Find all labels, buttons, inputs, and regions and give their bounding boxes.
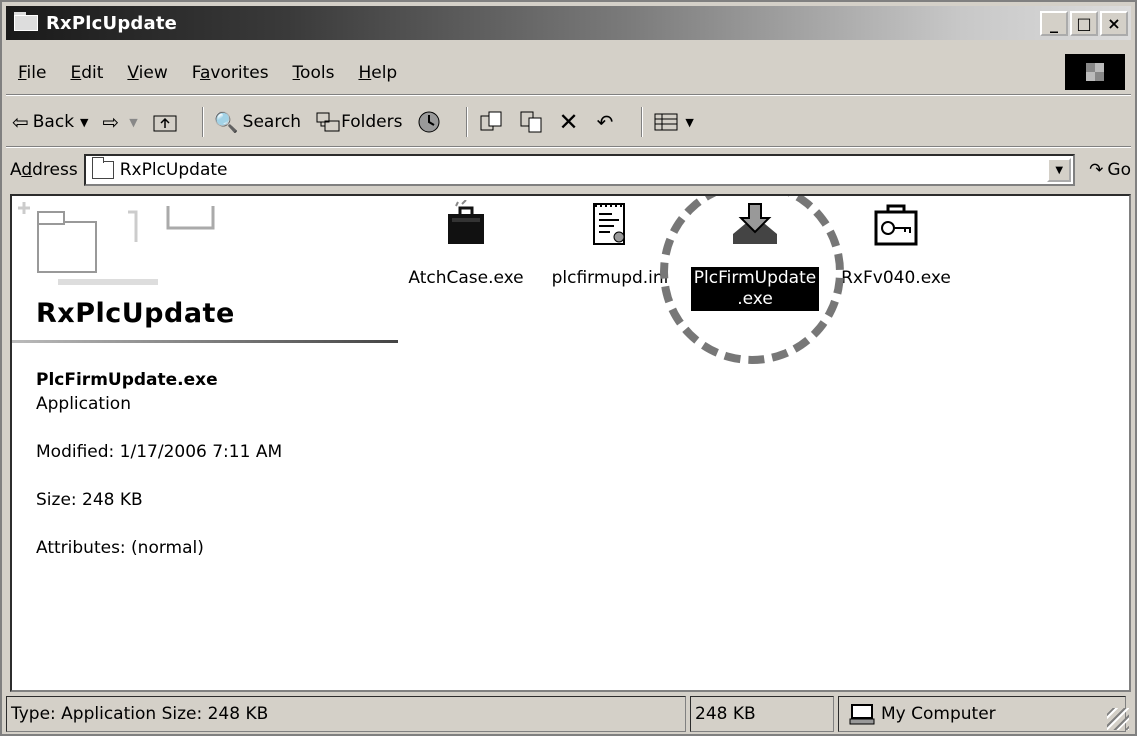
file-size: Size: 248 KB <box>36 490 143 510</box>
banner-underline <box>12 340 398 343</box>
file-item-plcfirmupd-ini[interactable]: plcfirmupd.ini <box>540 200 680 290</box>
folder-banner: RxPlcUpdate <box>12 196 398 343</box>
toolbar: ⇦ Back ▼ ⇨ ▼ 🔍 Search Folders ✕ ↶ ▼ <box>12 102 708 142</box>
up-folder-icon <box>153 115 177 132</box>
status-bar: Type: Application Size: 248 KB 248 KB My… <box>6 696 1131 732</box>
menu-file[interactable]: File <box>6 63 58 83</box>
status-type-size: Type: Application Size: 248 KB <box>6 696 686 732</box>
key-lock-icon <box>874 204 918 246</box>
modified-date: Modified: 1/17/2006 7:11 AM <box>36 442 283 462</box>
history-button[interactable] <box>416 109 442 135</box>
folder-title: RxPlcUpdate <box>36 298 235 329</box>
move-to-icon <box>480 111 502 131</box>
details-panel: PlcFirmUpdate.exe Application Modified: … <box>36 368 282 560</box>
file-item-rxfv040[interactable]: RxFv040.exe <box>826 200 966 290</box>
folder-content: RxPlcUpdate PlcFirmUpdate.exe Applicatio… <box>10 194 1131 692</box>
folder-drive-icon <box>12 12 42 34</box>
resize-grip[interactable] <box>1107 708 1129 730</box>
address-dropdown-icon[interactable]: ▼ <box>1047 158 1072 182</box>
menu-edit[interactable]: Edit <box>58 63 115 83</box>
ini-file-icon <box>593 203 625 245</box>
briefcase-icon <box>448 199 484 244</box>
menu-favorites[interactable]: Favorites <box>180 63 281 83</box>
address-label: Address <box>10 160 78 180</box>
delete-x-icon: ✕ <box>558 108 579 136</box>
forward-dropdown-icon[interactable]: ▼ <box>129 116 137 129</box>
minimize-button[interactable]: _ <box>1040 11 1068 36</box>
delete-button[interactable]: ✕ <box>558 108 582 136</box>
folders-button[interactable]: Folders <box>315 111 402 133</box>
close-button[interactable]: × <box>1100 11 1128 36</box>
move-to-button[interactable] <box>478 110 504 134</box>
search-icon: 🔍 <box>213 110 239 134</box>
menu-bar: File Edit View Favorites Tools Help <box>6 58 409 88</box>
address-input[interactable]: RxPlcUpdate ▼ <box>83 154 1076 186</box>
windows-logo-icon <box>1065 54 1125 90</box>
explorer-window: RxPlcUpdate _ □ × File Edit View Favorit… <box>0 0 1137 736</box>
folder-watermark-icon <box>18 202 215 285</box>
go-button[interactable]: ↷ Go <box>1089 160 1131 180</box>
selected-file-type: Application <box>36 394 131 414</box>
undo-button[interactable]: ↶ <box>597 110 618 134</box>
back-dropdown-icon[interactable]: ▼ <box>80 116 88 129</box>
menu-help[interactable]: Help <box>346 63 409 83</box>
up-folder-button[interactable] <box>152 111 178 133</box>
back-arrow-icon: ⇦ <box>12 110 29 134</box>
maximize-button[interactable]: □ <box>1070 11 1098 36</box>
menu-divider <box>6 94 1131 96</box>
status-size: 248 KB <box>690 696 834 732</box>
undo-icon: ↶ <box>596 110 614 134</box>
title-bar[interactable]: RxPlcUpdate _ □ × <box>6 6 1131 40</box>
highlight-circle <box>660 196 844 364</box>
views-button[interactable]: ▼ <box>653 111 694 133</box>
my-computer-icon <box>849 704 875 725</box>
address-bar: Address RxPlcUpdate ▼ ↷ Go <box>10 150 1131 190</box>
search-button[interactable]: 🔍 Search <box>214 110 301 134</box>
window-title: RxPlcUpdate <box>46 12 178 34</box>
toolbar-divider <box>6 146 1131 148</box>
go-arrow-icon: ↷ <box>1089 160 1104 180</box>
selected-file-name: PlcFirmUpdate.exe <box>36 370 218 390</box>
history-icon <box>418 111 440 133</box>
copy-to-icon <box>520 111 542 133</box>
forward-arrow-icon: ⇨ <box>102 110 120 134</box>
forward-button[interactable]: ⇨ ▼ <box>103 110 138 134</box>
status-zone: My Computer <box>838 696 1126 732</box>
back-button[interactable]: ⇦ Back ▼ <box>12 110 89 134</box>
folders-icon <box>316 112 340 132</box>
menu-tools[interactable]: Tools <box>281 63 347 83</box>
copy-to-button[interactable] <box>518 110 544 134</box>
folder-icon <box>91 157 114 179</box>
file-attributes: Attributes: (normal) <box>36 538 204 558</box>
file-item-atchcase[interactable]: AtchCase.exe <box>396 199 536 290</box>
views-icon <box>654 113 678 131</box>
views-dropdown-icon[interactable]: ▼ <box>685 116 693 129</box>
menu-view[interactable]: View <box>115 63 179 83</box>
